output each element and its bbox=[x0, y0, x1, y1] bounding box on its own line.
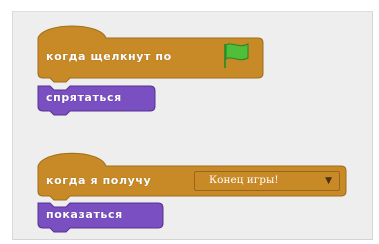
hide-label: спрятаться bbox=[46, 91, 122, 104]
message-dropdown-value: Конец игры! bbox=[209, 174, 279, 186]
when-flag-clicked-label: когда щелкнут по bbox=[46, 50, 172, 63]
message-dropdown[interactable]: Конец игры! ▼ bbox=[194, 171, 340, 191]
when-i-receive-label: когда я получу bbox=[46, 174, 152, 187]
show-label: показаться bbox=[46, 208, 123, 221]
dropdown-arrow-icon: ▼ bbox=[325, 176, 332, 186]
